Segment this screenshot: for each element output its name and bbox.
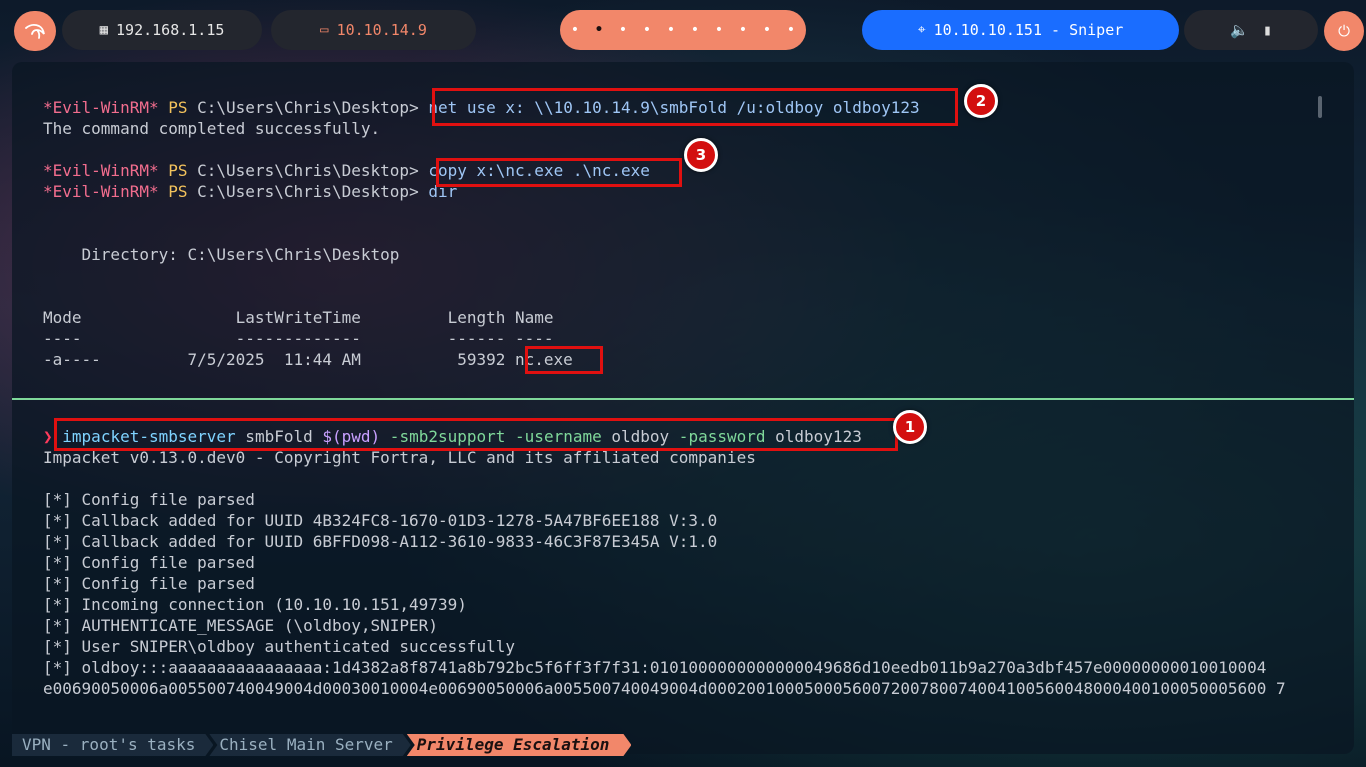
local-ip-text: 192.168.1.15 bbox=[116, 21, 225, 39]
output-line: [*] AUTHENTICATE_MESSAGE (\oldboy,SNIPER… bbox=[43, 616, 438, 635]
pane-divider[interactable] bbox=[12, 398, 1354, 400]
system-tray: 🔈 ▮ bbox=[1184, 10, 1318, 50]
workspace-dot[interactable]: • bbox=[587, 22, 611, 38]
terminal-window[interactable]: *Evil-WinRM* PS C:\Users\Chris\Desktop> … bbox=[12, 62, 1354, 754]
output-line: [*] oldboy:::aaaaaaaaaaaaaaaa:1d4382a8f8… bbox=[43, 658, 1267, 677]
output-line: The command completed successfully. bbox=[43, 119, 381, 138]
output-line: [*] Callback added for UUID 6BFFD098-A11… bbox=[43, 532, 718, 551]
workspace-dot[interactable]: • bbox=[683, 22, 707, 38]
tab-privilege-escalation[interactable]: Privilege Escalation bbox=[407, 734, 632, 756]
terminal-pane-top[interactable]: *Evil-WinRM* PS C:\Users\Chris\Desktop> … bbox=[12, 62, 1354, 398]
output-line: [*] Config file parsed bbox=[43, 553, 255, 572]
table-separator: ---- ------------- ------ ---- bbox=[43, 329, 554, 348]
step-badge-2: 2 bbox=[964, 84, 998, 118]
prompt-arrow: ❯ bbox=[43, 427, 53, 446]
volume-icon[interactable]: 🔈 bbox=[1230, 21, 1249, 39]
directory-line: Directory: C:\Users\Chris\Desktop bbox=[43, 245, 400, 264]
output-line: [*] Incoming connection (10.10.10.151,49… bbox=[43, 595, 467, 614]
output-line: [*] Config file parsed bbox=[43, 574, 255, 593]
highlight-box-copy bbox=[436, 158, 682, 187]
step-badge-1: 1 bbox=[893, 410, 927, 444]
output-line: [*] User SNIPER\oldboy authenticated suc… bbox=[43, 637, 516, 656]
workspace-dot[interactable]: • bbox=[611, 22, 635, 38]
local-ip-widget[interactable]: ▦ 192.168.1.15 bbox=[62, 10, 262, 50]
highlight-box-net-use bbox=[432, 88, 958, 126]
workspace-dot[interactable]: • bbox=[731, 22, 755, 38]
output-line: [*] Callback added for UUID 4B324FC8-167… bbox=[43, 511, 718, 530]
workspace-dot[interactable]: • bbox=[779, 22, 803, 38]
tab-chisel[interactable]: Chisel Main Server bbox=[209, 734, 410, 756]
table-row: -a---- 7/5/2025 11:44 AM 59392 nc.exe bbox=[43, 350, 573, 369]
crosshair-icon: ⌖ bbox=[917, 22, 926, 38]
output-line: [*] Config file parsed bbox=[43, 490, 255, 509]
workspace-dot[interactable]: • bbox=[659, 22, 683, 38]
output-line: e00690050006a005500740049004d00030010004… bbox=[43, 679, 1286, 698]
vpn-ip-text: 10.10.14.9 bbox=[336, 21, 427, 39]
battery-icon[interactable]: ▮ bbox=[1263, 21, 1272, 39]
workspace-dot[interactable]: • bbox=[707, 22, 731, 38]
kali-dragon-icon bbox=[25, 23, 45, 39]
workspace-switcher: • • • • • • • • • • bbox=[560, 10, 806, 50]
table-header: Mode LastWriteTime Length Name bbox=[43, 308, 554, 327]
tab-vpn[interactable]: VPN - root's tasks bbox=[12, 734, 213, 756]
top-bar: ▦ 192.168.1.15 ▭ 10.10.14.9 • • • • • • • • • • ⌖… bbox=[0, 0, 1366, 62]
prompt-line-3: *Evil-WinRM* PS C:\Users\Chris\Desktop> … bbox=[43, 182, 458, 201]
target-text: 10.10.10.151 - Sniper bbox=[933, 21, 1124, 39]
workspace-dot[interactable]: • bbox=[563, 22, 587, 38]
step-badge-3: 3 bbox=[684, 138, 718, 172]
kali-logo-button[interactable] bbox=[14, 11, 56, 51]
power-button[interactable]: ⏻ bbox=[1324, 11, 1364, 51]
highlight-box-nc-exe bbox=[525, 346, 603, 374]
workspace-dot[interactable]: • bbox=[755, 22, 779, 38]
network-card-icon: ▦ bbox=[99, 22, 109, 38]
power-icon: ⏻ bbox=[1338, 22, 1350, 40]
workspace-dots: • • • • • • • • • • bbox=[563, 22, 803, 38]
target-widget[interactable]: ⌖ 10.10.10.151 - Sniper bbox=[862, 10, 1179, 50]
tmux-tab-bar: VPN - root's tasks Chisel Main Server Pr… bbox=[12, 734, 627, 756]
laptop-icon: ▭ bbox=[320, 22, 329, 38]
workspace-dot[interactable]: • bbox=[635, 22, 659, 38]
vpn-ip-widget[interactable]: ▭ 10.10.14.9 bbox=[271, 10, 476, 50]
highlight-box-smbserver bbox=[54, 418, 898, 451]
